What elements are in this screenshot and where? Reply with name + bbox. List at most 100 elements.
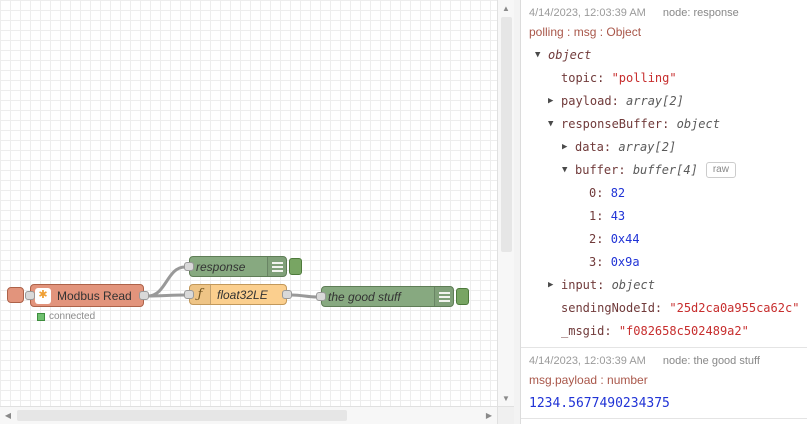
node-status: connected: [37, 311, 95, 322]
node-label: float32LE: [217, 287, 268, 302]
status-dot-icon: [37, 312, 45, 321]
node-label: response: [196, 259, 246, 274]
canvas-column: ✱ Modbus Read connected response ƒ float…: [0, 0, 514, 424]
tree-value: 82: [610, 185, 626, 200]
input-port[interactable]: [184, 261, 194, 271]
flow-canvas[interactable]: ✱ Modbus Read connected response ƒ float…: [0, 0, 497, 406]
tree-row[interactable]: ▼ responseBuffer object: [521, 112, 807, 135]
tree-key: sendingNodeId: [561, 301, 669, 315]
tree-row[interactable]: 1 43: [521, 204, 807, 227]
node-label: Modbus Read: [57, 288, 132, 303]
tree-row[interactable]: _msgid "f082658c502489a2": [521, 319, 807, 342]
scrollbar-corner: [497, 406, 514, 424]
tree-key: responseBuffer: [561, 117, 677, 131]
tree-key: buffer: [575, 163, 633, 177]
scroll-down-icon[interactable]: ▼: [498, 390, 514, 406]
tree-row[interactable]: topic "polling": [521, 66, 807, 89]
output-port[interactable]: [139, 290, 149, 300]
vertical-scrollbar[interactable]: ▲ ▼: [497, 0, 514, 406]
message-source-node: node: response: [662, 7, 739, 19]
tree-row[interactable]: ▶ input object: [521, 273, 807, 296]
function-glyph: ƒ: [197, 287, 203, 302]
horizontal-scroll-thumb[interactable]: [17, 410, 347, 421]
tree-key: input: [561, 278, 612, 292]
tree-key: data: [575, 140, 618, 154]
input-port[interactable]: [184, 289, 194, 299]
wires-layer: [146, 265, 319, 299]
tree-key: 0: [589, 186, 611, 200]
scroll-left-icon[interactable]: ◀: [0, 407, 16, 424]
message-meta: 4/14/2023, 12:03:39 AM node: response: [521, 0, 807, 20]
expand-arrow-icon[interactable]: ▶: [548, 280, 561, 290]
message-source-node: node: the good stuff: [662, 355, 760, 367]
scroll-right-icon[interactable]: ▶: [481, 407, 497, 424]
tree-value: array[2]: [618, 139, 677, 154]
tree-key: payload: [561, 94, 626, 108]
tree-value: 0x44: [610, 231, 640, 246]
tree-value: object: [611, 277, 655, 292]
partial-node[interactable]: [7, 287, 24, 303]
input-port[interactable]: [25, 290, 35, 300]
debug-toggle-button[interactable]: [289, 258, 302, 275]
tree-value: object: [548, 47, 592, 62]
tree-value: 43: [610, 208, 626, 223]
message-path: msg.payload : number: [529, 373, 648, 387]
tree-key: _msgid: [561, 324, 619, 338]
node-float32le[interactable]: ƒ float32LE: [184, 284, 292, 305]
output-port[interactable]: [282, 289, 292, 299]
modbus-gear-glyph: ✱: [38, 289, 48, 301]
debug-message[interactable]: 4/14/2023, 12:03:39 AM node: response po…: [521, 0, 807, 348]
wire[interactable]: [146, 265, 187, 298]
node-the-good-stuff[interactable]: the good stuff: [316, 286, 469, 307]
expand-arrow-icon[interactable]: ▼: [535, 50, 548, 60]
input-port[interactable]: [316, 291, 326, 301]
modbus-gear-icon: ✱: [35, 287, 51, 304]
expand-arrow-icon[interactable]: ▼: [548, 119, 561, 129]
status-text: connected: [49, 311, 96, 322]
message-meta: 4/14/2023, 12:03:39 AM node: the good st…: [521, 348, 807, 368]
debug-list-icon: [267, 257, 286, 276]
sidebar-resize-handle[interactable]: [514, 0, 521, 424]
node-red-window: ✱ Modbus Read connected response ƒ float…: [0, 0, 807, 424]
message-timestamp: 4/14/2023, 12:03:39 AM: [529, 7, 646, 19]
scroll-up-icon[interactable]: ▲: [498, 0, 514, 16]
tree-value: "polling": [611, 70, 677, 85]
message-timestamp: 4/14/2023, 12:03:39 AM: [529, 355, 646, 367]
tree-key: 2: [589, 232, 611, 246]
message-value: 1234.5677490234375: [529, 396, 670, 411]
tree-row[interactable]: 2 0x44: [521, 227, 807, 250]
tree-row[interactable]: ▶ payload array[2]: [521, 89, 807, 112]
debug-toggle-button[interactable]: [456, 288, 469, 305]
tree-row[interactable]: ▶ data array[2]: [521, 135, 807, 158]
node-response[interactable]: response: [184, 256, 302, 277]
debug-sidebar: 4/14/2023, 12:03:39 AM node: response po…: [521, 0, 807, 424]
json-tree: ▼ object topic "polling" ▶ payload array…: [521, 40, 807, 342]
horizontal-scrollbar[interactable]: ◀ ▶: [0, 406, 497, 424]
tree-row[interactable]: 3 0x9a: [521, 250, 807, 273]
node-label: the good stuff: [328, 289, 401, 304]
tree-value: buffer[4]: [632, 162, 698, 177]
tree-value: "f082658c502489a2": [618, 323, 749, 338]
expand-arrow-icon[interactable]: ▶: [548, 96, 561, 106]
raw-toggle-button[interactable]: raw: [705, 161, 736, 178]
tree-key: topic: [561, 71, 612, 85]
tree-key: 1: [589, 209, 611, 223]
tree-value: array[2]: [626, 93, 684, 108]
wire[interactable]: [146, 293, 187, 298]
tree-row[interactable]: sendingNodeId "25d2ca0a955ca62c": [521, 296, 807, 319]
debug-list-icon: [434, 287, 453, 306]
wire[interactable]: [290, 293, 319, 299]
tree-key: 3: [589, 255, 611, 269]
tree-value: 0x9a: [610, 254, 640, 269]
expand-arrow-icon[interactable]: ▶: [562, 142, 575, 152]
tree-value: object: [676, 116, 720, 131]
tree-row[interactable]: ▼ object: [521, 43, 807, 66]
debug-message[interactable]: 4/14/2023, 12:03:39 AM node: the good st…: [521, 348, 807, 419]
expand-arrow-icon[interactable]: ▼: [562, 165, 575, 175]
node-modbus-read[interactable]: ✱ Modbus Read: [25, 284, 149, 307]
tree-row[interactable]: ▼ buffer buffer[4] raw: [521, 158, 807, 181]
vertical-scroll-thumb[interactable]: [501, 17, 512, 252]
tree-row[interactable]: 0 82: [521, 181, 807, 204]
tree-value: "25d2ca0a955ca62c": [669, 300, 800, 315]
message-path: polling : msg : Object: [529, 25, 642, 39]
